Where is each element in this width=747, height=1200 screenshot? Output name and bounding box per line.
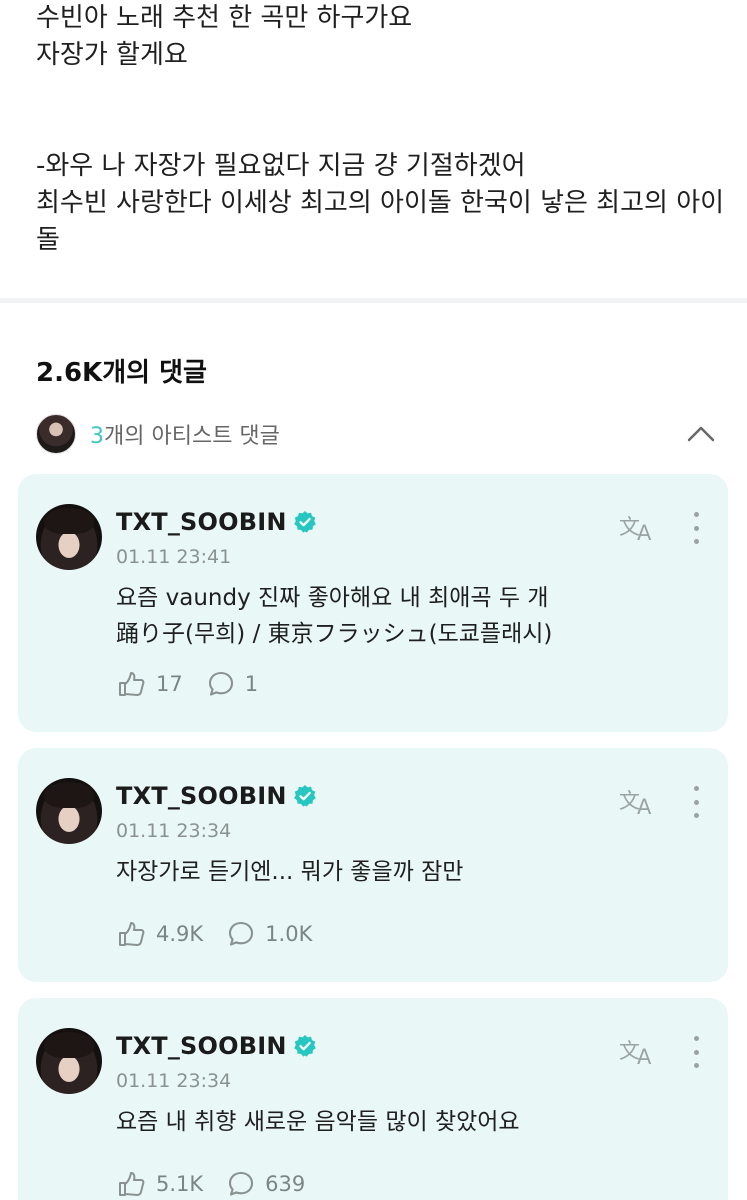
svg-text:A: A	[637, 1045, 652, 1068]
translate-icon[interactable]: 文A	[618, 1034, 658, 1069]
avatar[interactable]	[36, 778, 102, 844]
more-vertical-icon[interactable]	[684, 782, 708, 822]
avatar[interactable]	[36, 1028, 102, 1094]
like-count: 17	[156, 672, 183, 696]
like-icon	[119, 1172, 145, 1196]
translate-icon[interactable]: 文A	[618, 784, 658, 819]
section-divider	[0, 298, 747, 303]
comment-time: 01.11 23:34	[116, 1070, 232, 1092]
artist-comment-card: TXT_SOOBIN 01.11 23:34 요즘 내 취향 새로운 음악들 많…	[18, 998, 728, 1200]
comment-text: 요즘 내 취향 새로운 음악들 많이 찾았어요	[116, 1109, 520, 1135]
comment-time: 01.11 23:41	[116, 546, 232, 568]
post-line: -와우 나 자장가 필요없다 지금 걍 기절하겠어	[36, 151, 526, 181]
reply-count: 1	[244, 672, 259, 696]
post-line: 돌	[36, 225, 60, 255]
like-button[interactable]: 17	[116, 670, 183, 698]
reply-icon	[229, 1171, 254, 1196]
svg-text:A: A	[637, 521, 652, 544]
comment-stats: 4.9K 1.0K	[116, 920, 336, 948]
comment-text: 자장가로 듣기엔... 뭐가 좋을까 잠만	[116, 859, 464, 885]
reply-count: 639	[265, 1172, 306, 1196]
artist-comments-toggle[interactable]: 3개의 아티스트 댓글	[36, 414, 716, 454]
chevron-up-icon[interactable]	[686, 420, 716, 448]
artist-avatar	[36, 414, 76, 454]
post-line: 자장가 할게요	[36, 40, 188, 70]
verified-badge-icon	[293, 1034, 317, 1058]
comment-time: 01.11 23:34	[116, 820, 232, 842]
artist-comments-label: 3개의 아티스트 댓글	[90, 424, 280, 449]
author-name[interactable]: TXT_SOOBIN	[116, 1032, 287, 1060]
reply-button[interactable]: 1.0K	[227, 920, 312, 948]
avatar[interactable]	[36, 504, 102, 570]
like-button[interactable]: 4.9K	[116, 920, 203, 948]
comment-stats: 5.1K 639	[116, 1170, 329, 1198]
like-icon	[119, 672, 145, 696]
like-count: 4.9K	[156, 922, 204, 946]
more-vertical-icon[interactable]	[684, 1032, 708, 1072]
reply-count: 1.0K	[265, 922, 313, 946]
author-name[interactable]: TXT_SOOBIN	[116, 782, 287, 810]
like-button[interactable]: 5.1K	[116, 1170, 203, 1198]
like-icon	[119, 922, 145, 946]
reply-button[interactable]: 639	[227, 1170, 305, 1198]
like-count: 5.1K	[156, 1172, 204, 1196]
post-line: 수빈아 노래 추천 한 곡만 하구가요	[36, 3, 413, 33]
translate-icon[interactable]: 文A	[618, 510, 658, 545]
post-line: 최수빈 사랑한다 이세상 최고의 아이돌 한국이 낳은 최고의 아이	[36, 188, 725, 218]
comment-stats: 17 1	[116, 670, 282, 698]
artist-comments-count: 3	[90, 424, 104, 449]
reply-button[interactable]: 1	[207, 670, 258, 698]
reply-icon	[229, 921, 254, 946]
comment-text: 요즘 vaundy 진짜 좋아해요 내 최애곡 두 개 踊り子(무희) / 東京…	[116, 585, 553, 647]
verified-badge-icon	[293, 510, 317, 534]
reply-icon	[208, 671, 233, 696]
post-body: 수빈아 노래 추천 한 곡만 하구가요 자장가 할게요 -와우 나 자장가 필요…	[36, 0, 726, 259]
artist-comment-card: TXT_SOOBIN 01.11 23:34 자장가로 듣기엔... 뭐가 좋을…	[18, 748, 728, 982]
verified-badge-icon	[293, 784, 317, 808]
more-vertical-icon[interactable]	[684, 508, 708, 548]
comments-count-heading: 2.6K개의 댓글	[36, 358, 207, 388]
author-name[interactable]: TXT_SOOBIN	[116, 508, 287, 536]
svg-text:A: A	[637, 795, 652, 818]
comments-screen: 수빈아 노래 추천 한 곡만 하구가요 자장가 할게요 -와우 나 자장가 필요…	[0, 0, 747, 1200]
artist-comment-card: TXT_SOOBIN 01.11 23:41 요즘 vaundy 진짜 좋아해요…	[18, 474, 728, 732]
